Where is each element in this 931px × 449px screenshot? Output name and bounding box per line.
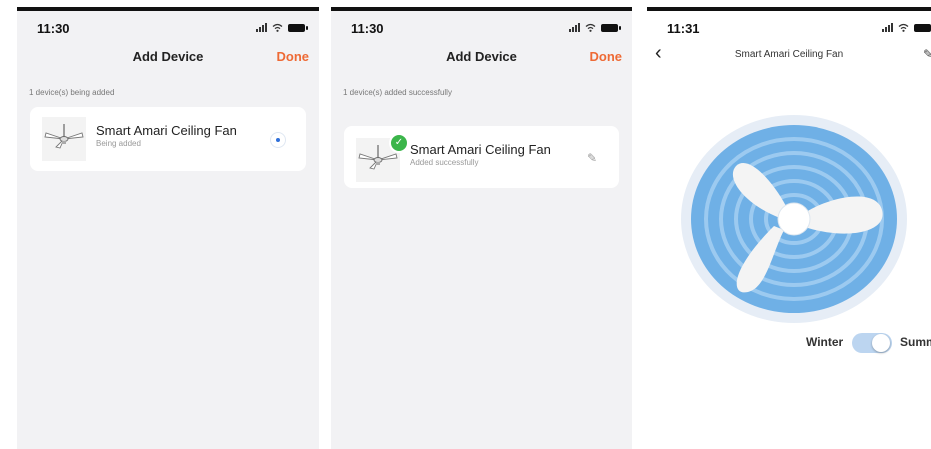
done-button[interactable]: Done bbox=[277, 49, 310, 64]
status-time: 11:31 bbox=[667, 21, 700, 36]
loading-spinner-icon bbox=[270, 132, 286, 148]
status-icons bbox=[256, 23, 308, 32]
status-bar: 11:30 bbox=[17, 21, 319, 37]
ceiling-fan-icon bbox=[42, 117, 86, 161]
page-title: Add Device bbox=[446, 49, 517, 64]
toggle-knob bbox=[872, 334, 890, 352]
season-toggle[interactable] bbox=[852, 333, 892, 353]
section-label: 1 device(s) added successfully bbox=[343, 88, 452, 97]
page-title: Add Device bbox=[132, 49, 204, 64]
wifi-icon bbox=[898, 23, 909, 32]
edit-pencil-icon[interactable]: ✎ bbox=[587, 151, 597, 165]
wifi-icon bbox=[272, 23, 283, 32]
done-button[interactable]: Done bbox=[590, 49, 623, 64]
status-bar: 11:30 bbox=[331, 21, 632, 37]
screen-adding-device: 11:30 Add Device Done 1 device(s) being … bbox=[17, 7, 319, 449]
section-label: 1 device(s) being added bbox=[29, 88, 115, 97]
signal-icon bbox=[256, 23, 267, 32]
status-icons bbox=[882, 23, 931, 32]
screen-device-added: 11:30 Add Device Done 1 device(s) added … bbox=[331, 7, 632, 449]
battery-icon bbox=[288, 23, 308, 32]
status-time: 11:30 bbox=[351, 21, 384, 36]
device-card[interactable]: Smart Amari Ceiling Fan Being added bbox=[30, 107, 306, 171]
status-time: 11:30 bbox=[37, 21, 70, 36]
signal-icon bbox=[569, 23, 580, 32]
device-card[interactable]: ✓ Smart Amari Ceiling Fan Added successf… bbox=[344, 126, 619, 188]
page-title: Smart Amari Ceiling Fan bbox=[734, 49, 844, 60]
status-bar: 11:31 bbox=[647, 21, 931, 37]
mode-switch: Winter Summer bbox=[806, 333, 931, 353]
status-icons bbox=[569, 23, 621, 32]
signal-icon bbox=[882, 23, 893, 32]
device-status: Added successfully bbox=[410, 158, 479, 167]
success-check-icon: ✓ bbox=[389, 133, 409, 153]
wifi-icon bbox=[585, 23, 596, 32]
fan-graphic[interactable] bbox=[680, 114, 908, 324]
screen-fan-control: 11:31 ‹ Smart Amari Ceiling Fan ✎ Winter… bbox=[647, 7, 931, 449]
winter-label: Winter bbox=[806, 335, 844, 349]
edit-pencil-icon[interactable]: ✎ bbox=[923, 47, 931, 61]
summer-label: Summer bbox=[900, 335, 931, 349]
battery-icon bbox=[601, 23, 621, 32]
battery-icon bbox=[914, 23, 931, 32]
device-name: Smart Amari Ceiling Fan bbox=[410, 142, 551, 157]
device-name: Smart Amari Ceiling Fan bbox=[96, 123, 237, 138]
device-status: Being added bbox=[96, 139, 141, 148]
